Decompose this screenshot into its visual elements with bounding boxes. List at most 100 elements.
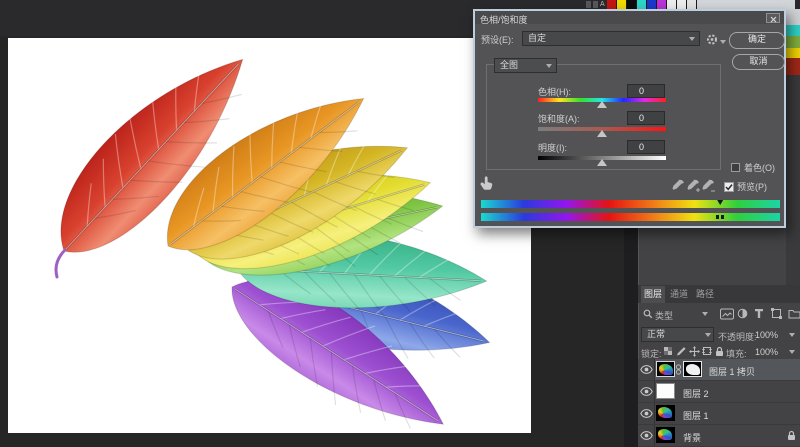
preset-label: 预设(E):: [481, 35, 514, 45]
visibility-toggle[interactable]: [638, 425, 655, 446]
color-swatch[interactable]: [667, 0, 677, 9]
visibility-toggle[interactable]: [638, 381, 655, 402]
color-swatch[interactable]: [677, 0, 687, 9]
brush-icon[interactable]: [676, 346, 686, 356]
eyedropper-subtract-button[interactable]: [702, 179, 715, 194]
spectrum-bar-top[interactable]: [481, 200, 780, 208]
spectrum-marker[interactable]: [716, 215, 720, 219]
chevron-down-icon[interactable]: [789, 350, 795, 357]
fill-value[interactable]: 100%: [755, 347, 778, 357]
cancel-button[interactable]: 取消: [732, 54, 785, 70]
color-swatch[interactable]: [607, 0, 617, 9]
layer-thumbnail[interactable]: [656, 383, 675, 399]
preset-value: 自定: [528, 33, 547, 43]
hue-row: 色相(H): 0: [475, 84, 784, 110]
layer-row-背景[interactable]: 背景: [638, 425, 800, 446]
color-swatch[interactable]: [617, 0, 627, 9]
blend-mode-row: 正常 不透明度: 100%: [638, 325, 800, 343]
lock-icon[interactable]: [715, 346, 724, 357]
layer-thumbnail[interactable]: [656, 361, 675, 377]
color-swatch[interactable]: [657, 0, 667, 9]
saturation-slider-marker[interactable]: [597, 130, 607, 137]
layer-thumbnail[interactable]: [656, 427, 675, 443]
leaf-stem: [54, 248, 67, 279]
blend-mode-value: 正常: [647, 329, 666, 339]
lightness-slider-marker[interactable]: [597, 159, 607, 166]
layer-name[interactable]: 图层 2: [683, 387, 709, 400]
filter-kind-label[interactable]: 类型: [655, 309, 673, 322]
lock-icon: [787, 430, 796, 441]
eyedropper-button[interactable]: [672, 179, 685, 194]
blend-mode-select[interactable]: 正常: [641, 327, 714, 342]
swatch-block: [786, 58, 800, 75]
document-canvas[interactable]: [8, 38, 531, 433]
hue-input[interactable]: 0: [627, 84, 665, 98]
check-icon: [725, 183, 733, 191]
type-filter-icon[interactable]: [754, 308, 764, 319]
dialog-titlebar[interactable]: 色相/饱和度: [475, 11, 784, 25]
close-button[interactable]: [766, 13, 780, 23]
swatch-block: [786, 36, 800, 48]
color-swatch[interactable]: [647, 0, 657, 9]
chevron-down-icon[interactable]: [789, 333, 795, 340]
layer-thumbnail[interactable]: [656, 405, 675, 421]
preset-options-button[interactable]: [705, 33, 719, 46]
lightness-input[interactable]: 0: [627, 140, 665, 154]
preview-checkbox[interactable]: [724, 182, 734, 192]
panel-tab-nub[interactable]: [586, 1, 591, 8]
opacity-value[interactable]: 100%: [755, 330, 778, 340]
folder-icon[interactable]: [788, 308, 800, 319]
preset-select[interactable]: 自定: [522, 31, 700, 46]
move-icon[interactable]: [689, 346, 700, 357]
adjustment-filter-icon[interactable]: [737, 308, 748, 319]
tab-路径[interactable]: 路径: [693, 286, 717, 303]
ok-button[interactable]: 确定: [729, 32, 785, 49]
chevron-down-icon[interactable]: [702, 312, 708, 319]
layer-name[interactable]: 背景: [683, 431, 701, 444]
thumbnail-art: [658, 429, 672, 440]
eyedropper-add-button[interactable]: [687, 179, 700, 194]
checkerboard-icon[interactable]: [663, 346, 673, 356]
spectrum-marker[interactable]: [721, 215, 725, 219]
chain-icon[interactable]: [675, 364, 682, 375]
eye-icon: [640, 387, 653, 396]
chevron-down-icon: [705, 333, 711, 340]
channel-select[interactable]: 全图: [494, 58, 557, 73]
saturation-label: 饱和度(A):: [538, 114, 580, 124]
on-image-adjust-tool[interactable]: [479, 175, 497, 192]
color-swatch[interactable]: [687, 0, 697, 9]
mask-art: [686, 364, 700, 375]
channel-value: 全图: [500, 60, 519, 70]
hue-saturation-dialog: 色相/饱和度 预设(E): 自定 确定 取消 全图 色相(H): 0 饱和度(A…: [473, 9, 786, 228]
layer-list: 图层 1 拷贝 图层 2 图层 1 背景: [638, 359, 800, 447]
saturation-input[interactable]: 0: [627, 111, 665, 125]
hue-label: 色相(H):: [538, 87, 571, 97]
layer-name[interactable]: 图层 1: [683, 409, 709, 422]
chevron-down-icon: [689, 37, 695, 44]
dialog-title: 色相/饱和度: [480, 15, 528, 25]
tab-通道[interactable]: 通道: [667, 286, 691, 303]
hue-slider-marker[interactable]: [597, 101, 607, 108]
layer-name[interactable]: 图层 1 拷贝: [709, 365, 755, 378]
layer-row-图层 2[interactable]: 图层 2: [638, 381, 800, 402]
shape-filter-icon[interactable]: [771, 308, 782, 319]
visibility-toggle[interactable]: [638, 359, 655, 380]
visibility-toggle[interactable]: [638, 403, 655, 424]
chevron-down-icon[interactable]: [720, 40, 726, 47]
colorize-checkbox[interactable]: [731, 163, 740, 172]
layer-row-图层 1[interactable]: 图层 1: [638, 403, 800, 424]
layer-mask-thumbnail[interactable]: [683, 361, 702, 377]
color-swatch[interactable]: [637, 0, 647, 9]
tab-图层[interactable]: 图层: [641, 286, 665, 303]
color-swatch[interactable]: [627, 0, 637, 9]
spectrum-marker[interactable]: [717, 200, 724, 205]
artboard-icon[interactable]: [702, 346, 712, 356]
layer-row-图层 1 拷贝[interactable]: 图层 1 拷贝: [638, 359, 800, 380]
saturation-row: 饱和度(A): 0: [475, 111, 784, 137]
pixel-filter-icon[interactable]: [720, 308, 734, 320]
panel-tab-nub[interactable]: [593, 1, 598, 8]
layer-filter-row: 类型: [638, 304, 800, 324]
eye-icon: [640, 431, 653, 440]
swatch-empty-strip: [697, 0, 795, 9]
spectrum-bar-bottom[interactable]: [481, 213, 780, 221]
